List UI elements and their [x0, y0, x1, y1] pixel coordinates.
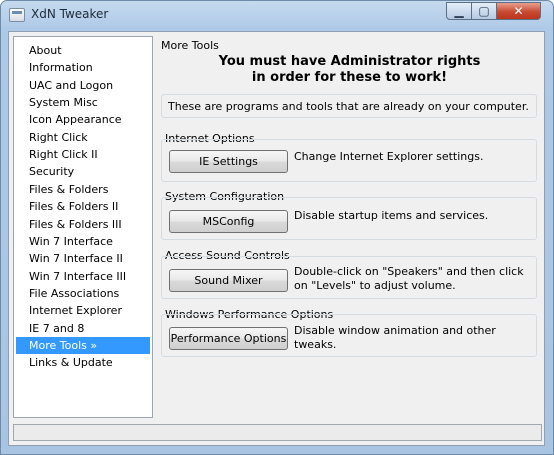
- sidebar-item-ie-7-and-8[interactable]: IE 7 and 8: [16, 320, 150, 337]
- status-bar: [13, 424, 542, 441]
- client-area: About Information UAC and Logon System Misc…: [8, 31, 545, 446]
- sidebar-item-win-7-interface[interactable]: Win 7 Interface: [16, 233, 150, 250]
- sidebar-item-about[interactable]: About: [16, 42, 150, 59]
- sidebar-item-files-folders-iii[interactable]: Files & Folders III: [16, 216, 150, 233]
- sidebar-item-right-click-ii[interactable]: Right Click II: [16, 146, 150, 163]
- performance-options-button[interactable]: Performance Options: [169, 327, 288, 350]
- group-description: Double-click on "Speakers" and then clic…: [294, 265, 524, 292]
- sidebar-item-system-misc[interactable]: System Misc: [16, 94, 150, 111]
- group-windows-performance-options: Performance Options Disable window anima…: [161, 314, 537, 357]
- sidebar-item-information[interactable]: Information: [16, 59, 150, 76]
- sidebar-item-files-folders[interactable]: Files & Folders: [16, 181, 150, 198]
- maximize-button[interactable]: ▢: [471, 2, 497, 20]
- sidebar-item-links-update[interactable]: Links & Update: [16, 354, 150, 371]
- group-description: Change Internet Explorer settings.: [294, 150, 484, 163]
- section-title: More Tools: [161, 39, 219, 52]
- sidebar-item-icon-appearance[interactable]: Icon Appearance: [16, 111, 150, 128]
- admin-warning-line2: in order for these to work!: [251, 70, 448, 85]
- app-window: XdN Tweaker ▁ ▢ ✕ About Information UAC an…: [0, 0, 554, 455]
- admin-warning-line1: You must have Administrator rights: [218, 54, 481, 69]
- maximize-icon: ▢: [478, 4, 490, 18]
- group-access-sound-controls: Sound Mixer Double-click on "Speakers" a…: [161, 256, 537, 299]
- ie-settings-button[interactable]: IE Settings: [169, 150, 288, 173]
- sidebar-list[interactable]: About Information UAC and Logon System Misc…: [13, 36, 153, 418]
- intro-box: These are programs and tools that are al…: [161, 94, 537, 118]
- sidebar-item-internet-explorer[interactable]: Internet Explorer: [16, 302, 150, 319]
- group-description: Disable startup items and services.: [294, 209, 489, 222]
- sidebar-item-uac-and-logon[interactable]: UAC and Logon: [16, 77, 150, 94]
- group-system-configuration: MSConfig Disable startup items and servi…: [161, 197, 537, 240]
- close-button[interactable]: ✕: [496, 2, 541, 20]
- sidebar-item-more-tools[interactable]: More Tools »: [16, 336, 150, 354]
- minimize-icon: ▁: [454, 4, 464, 18]
- sidebar-item-win-7-interface-ii[interactable]: Win 7 Interface II: [16, 250, 150, 267]
- sidebar-item-right-click[interactable]: Right Click: [16, 129, 150, 146]
- msconfig-button[interactable]: MSConfig: [169, 210, 288, 233]
- admin-warning: You must have Administrator rights in or…: [157, 54, 542, 86]
- main-panel: More Tools You must have Administrator r…: [157, 36, 542, 418]
- group-description: Disable window animation and other tweak…: [294, 324, 496, 351]
- sidebar-item-file-associations[interactable]: File Associations: [16, 285, 150, 302]
- sidebar-item-files-folders-ii[interactable]: Files & Folders II: [16, 198, 150, 215]
- close-icon: ✕: [513, 4, 524, 18]
- intro-text: These are programs and tools that are al…: [168, 100, 529, 113]
- sidebar-item-win-7-interface-iii[interactable]: Win 7 Interface III: [16, 268, 150, 285]
- minimize-button[interactable]: ▁: [446, 2, 472, 20]
- app-icon: [9, 8, 25, 22]
- group-internet-options: IE Settings Change Internet Explorer set…: [161, 139, 537, 182]
- sound-mixer-button[interactable]: Sound Mixer: [169, 269, 288, 292]
- window-title: XdN Tweaker: [31, 7, 109, 21]
- sidebar-item-security[interactable]: Security: [16, 163, 150, 180]
- title-bar[interactable]: XdN Tweaker ▁ ▢ ✕: [1, 1, 553, 29]
